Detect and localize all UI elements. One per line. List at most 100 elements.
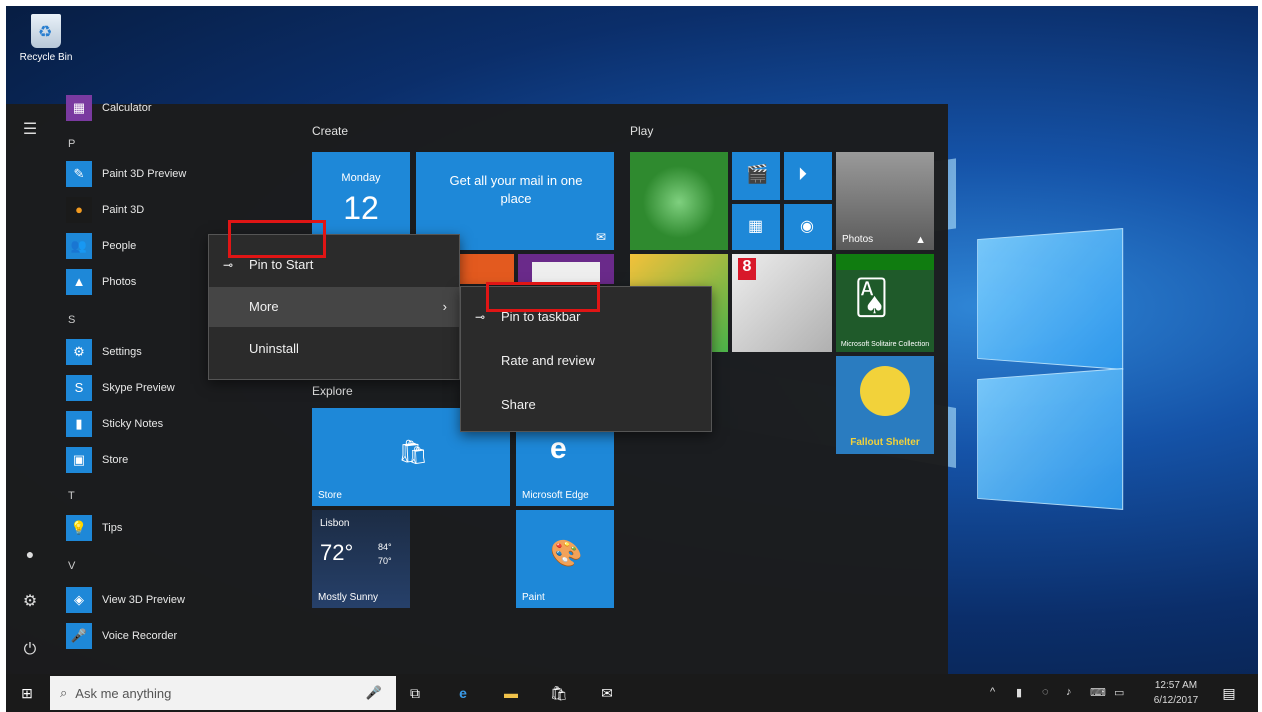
playing-cards-icon: 🂡 — [854, 279, 889, 317]
onenote-tile[interactable] — [518, 254, 614, 284]
microphone-icon[interactable]: 🎤 — [366, 685, 382, 701]
palette-icon: 🎨 — [550, 538, 583, 568]
photos-tile[interactable]: Photos ▲ — [836, 152, 934, 250]
group-header-explore[interactable]: Explore — [312, 384, 353, 398]
store-icon: 🛍 — [398, 439, 429, 466]
clock[interactable]: 12:57 AM 6/12/2017 — [1148, 678, 1204, 708]
list-item[interactable]: ▮ Sticky Notes — [66, 410, 163, 438]
webcam-icon: ◉ — [800, 218, 814, 235]
list-item[interactable]: S Skype Preview — [66, 374, 175, 402]
taskbar: ⊞ ⌕ Ask me anything 🎤 ⧉ e ▬ 🛍 ✉ ^ ▮ ◌ ♪ … — [6, 674, 1258, 712]
task-view-icon[interactable]: ⧉ — [404, 682, 426, 704]
movies-tile[interactable]: 🎬 — [732, 152, 780, 200]
app-label: View 3D Preview — [102, 594, 185, 606]
menu-item-uninstall[interactable]: Uninstall — [209, 329, 459, 369]
user-avatar-icon[interactable]: ● — [20, 544, 40, 564]
menu-item-rate-and-review[interactable]: Rate and review — [461, 341, 711, 381]
groove-tile[interactable]: ⏵ — [784, 152, 832, 200]
paint-tile[interactable]: 🎨 Paint — [516, 510, 614, 608]
xbox-avatars-image — [642, 166, 716, 238]
clock-time: 12:57 AM — [1154, 680, 1198, 691]
edge-icon[interactable]: e — [452, 682, 474, 704]
letter-header[interactable]: V — [68, 560, 75, 572]
view3d-icon: ◈ — [66, 587, 92, 613]
weather-city: Lisbon — [320, 518, 350, 529]
list-item[interactable]: 👥 People — [66, 232, 136, 260]
letter-header[interactable]: S — [68, 314, 75, 326]
app-label: People — [102, 240, 137, 252]
weather-lo: 70° — [378, 556, 392, 566]
file-explorer-icon[interactable]: ▬ — [500, 682, 522, 704]
gear-icon[interactable]: ⚙ — [20, 592, 40, 612]
tile-label: Paint — [522, 592, 545, 603]
list-item[interactable]: 🎤 Voice Recorder — [66, 622, 177, 650]
start-menu: ☰ ● ⚙ ⏻ ▦ Calculator P ✎ Paint 3D Previe… — [6, 95, 948, 674]
list-item[interactable]: ● Paint 3D — [66, 196, 144, 224]
volume-icon[interactable]: ♪ — [1066, 686, 1072, 698]
app-label: Paint 3D Preview — [102, 168, 187, 180]
recycle-bin-label: Recycle Bin — [19, 52, 73, 63]
menu-item-more[interactable]: More › — [209, 287, 459, 327]
skype-icon: S — [66, 375, 92, 401]
list-item[interactable]: 💡 Tips — [66, 514, 122, 542]
chevron-right-icon: › — [442, 299, 447, 314]
edge-icon: e — [550, 432, 567, 465]
keyboard-icon[interactable]: ▭ — [1114, 686, 1124, 699]
asphalt-tile[interactable]: 8 — [732, 254, 832, 352]
menu-item-label: Share — [501, 397, 536, 412]
search-icon: ⌕ — [60, 685, 68, 700]
search-input[interactable]: Ask me anything — [75, 686, 171, 701]
tile-preview — [532, 262, 600, 284]
battery-icon[interactable]: ▮ — [1016, 686, 1022, 699]
app-label: Settings — [102, 346, 142, 358]
mail-text: Get all your mail in one place — [449, 173, 583, 206]
network-icon[interactable]: ◌ — [1042, 686, 1049, 698]
hamburger-menu-icon[interactable]: ☰ — [20, 120, 40, 140]
power-icon[interactable]: ⏻ — [20, 640, 40, 660]
paint3d-icon: ✎ — [66, 161, 92, 187]
group-header-play[interactable]: Play — [630, 124, 653, 138]
search-box[interactable]: ⌕ Ask me anything 🎤 — [50, 676, 396, 710]
mail-icon[interactable]: ✉ — [596, 682, 618, 704]
list-item[interactable]: ▣ Store — [66, 446, 128, 474]
xbox-tile[interactable] — [630, 152, 728, 250]
solitaire-tile[interactable]: 🂡 Microsoft Solitaire Collection — [836, 254, 934, 352]
microphone-icon: 🎤 — [66, 623, 92, 649]
chevron-up-icon[interactable]: ^ — [990, 686, 995, 698]
menu-item-label: Rate and review — [501, 353, 595, 368]
calculator-tile[interactable]: ▦ — [732, 204, 780, 250]
windows-start-icon[interactable]: ⊞ — [16, 682, 38, 704]
recycle-bin[interactable]: Recycle Bin — [16, 14, 76, 63]
people-icon: 👥 — [66, 233, 92, 259]
letter-header[interactable]: T — [68, 490, 75, 502]
store-icon: ▣ — [66, 447, 92, 473]
weather-tile[interactable]: Lisbon 72° 84° 70° Mostly Sunny — [312, 510, 410, 608]
tile-label: Microsoft Edge — [522, 490, 589, 501]
letter-header[interactable]: P — [68, 138, 75, 150]
list-item[interactable]: ◈ View 3D Preview — [66, 586, 185, 614]
menu-item-label: Uninstall — [249, 341, 299, 356]
camera-tile[interactable]: ◉ — [784, 204, 832, 250]
group-header-create[interactable]: Create — [312, 124, 348, 138]
pin-icon: ⊸ — [475, 310, 486, 324]
action-center-icon[interactable]: ▤ — [1218, 682, 1240, 704]
tile-label: Microsoft Solitaire Collection — [840, 341, 930, 348]
list-item[interactable]: ▦ Calculator — [66, 94, 152, 122]
language-icon[interactable]: ⌨ — [1090, 686, 1106, 699]
app-label: Voice Recorder — [102, 630, 178, 642]
fallout-shelter-tile[interactable]: Fallout Shelter — [836, 356, 934, 454]
play-circle-icon: ⏵ — [798, 164, 807, 184]
app-label: Photos — [102, 276, 137, 288]
highlight-box — [486, 282, 600, 312]
calculator-icon: ▦ — [748, 218, 764, 235]
menu-item-share[interactable]: Share — [461, 385, 711, 425]
tile-label: Fallout Shelter — [850, 437, 920, 448]
list-item[interactable]: ✎ Paint 3D Preview — [66, 160, 186, 188]
list-item[interactable]: ▲ Photos — [66, 268, 136, 296]
calculator-icon: ▦ — [66, 95, 92, 121]
xbox-live-banner — [836, 254, 934, 270]
weather-hi: 84° — [378, 542, 392, 552]
list-item[interactable]: ⚙ Settings — [66, 338, 142, 366]
start-rail: ☰ ● ⚙ ⏻ — [6, 104, 54, 674]
store-icon[interactable]: 🛍 — [548, 682, 570, 704]
